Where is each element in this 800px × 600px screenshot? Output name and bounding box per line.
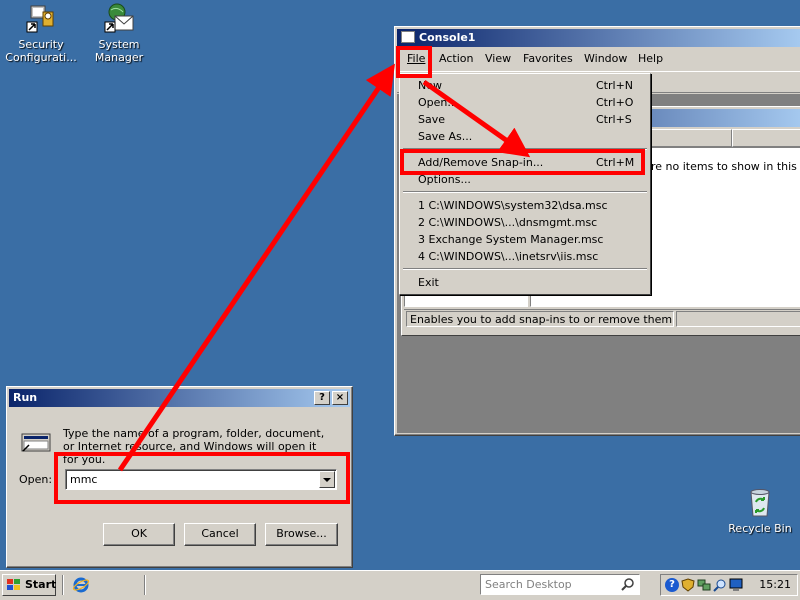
recycle-bin-icon xyxy=(744,486,776,518)
cancel-button[interactable]: Cancel xyxy=(184,523,256,546)
status-text: Enables you to add snap-ins to or remove… xyxy=(406,311,674,327)
menu-item-exit[interactable]: Exit xyxy=(418,276,439,289)
desktop-icon-security-configuration[interactable]: Security Configurati... xyxy=(2,2,80,64)
menu-item-save[interactable]: Save xyxy=(418,113,445,126)
internet-explorer-icon[interactable] xyxy=(72,576,90,594)
close-button[interactable]: × xyxy=(332,391,348,405)
menu-item-recent-3[interactable]: 3 Exchange System Manager.msc xyxy=(418,233,603,246)
open-label: Open: xyxy=(19,473,53,486)
start-label: Start xyxy=(25,578,57,591)
menu-action[interactable]: Action xyxy=(439,52,473,65)
desktop-icon-label: Security Configurati... xyxy=(5,38,77,64)
empty-view-message: re no items to show in this view xyxy=(651,160,800,173)
shortcut-new: Ctrl+N xyxy=(596,79,634,92)
windows-logo-icon xyxy=(6,578,22,592)
quick-launch-divider xyxy=(62,575,64,595)
run-program-icon xyxy=(21,431,53,453)
console-statusbar: Enables you to add snap-ins to or remove… xyxy=(404,309,800,327)
system-tray: ? 15:21 xyxy=(660,574,798,596)
menu-item-open[interactable]: Open... xyxy=(418,96,458,109)
security-shield-icon[interactable] xyxy=(681,578,695,592)
menu-item-recent-4[interactable]: 4 C:\WINDOWS\...\inetsrv\iis.msc xyxy=(418,250,598,263)
run-title-bar[interactable]: Run ? × xyxy=(9,389,350,407)
desktop-icon-recycle-bin[interactable]: Recycle Bin xyxy=(721,486,799,535)
quick-launch-divider xyxy=(144,575,146,595)
browse-button[interactable]: Browse... xyxy=(265,523,338,546)
search-button[interactable] xyxy=(619,576,637,593)
menu-separator xyxy=(403,268,647,270)
console-menubar: File Action View Favorites Window Help xyxy=(397,49,800,69)
desktop-icon-label: Recycle Bin xyxy=(728,522,792,535)
help-button[interactable]: ? xyxy=(314,391,330,405)
system-manager-icon xyxy=(103,2,135,34)
help-icon[interactable]: ? xyxy=(665,578,679,592)
menu-item-new[interactable]: New xyxy=(418,79,442,92)
console-app-icon xyxy=(401,31,415,43)
start-button[interactable]: Start xyxy=(2,574,56,596)
menu-item-recent-2[interactable]: 2 C:\WINDOWS\...\dnsmgmt.msc xyxy=(418,216,597,229)
desktop-icon-label: System Manager xyxy=(94,38,144,64)
security-configuration-icon xyxy=(25,2,57,34)
search-input[interactable]: Search Desktop xyxy=(485,578,572,591)
annotation-box-file-menu xyxy=(396,46,432,78)
column-header-description[interactable] xyxy=(732,129,800,147)
menu-item-save-as[interactable]: Save As... xyxy=(418,130,472,143)
menu-item-recent-1[interactable]: 1 C:\WINDOWS\system32\dsa.msc xyxy=(418,199,608,212)
search-box[interactable]: Search Desktop xyxy=(480,574,640,595)
menu-favorites[interactable]: Favorites xyxy=(523,52,573,65)
menu-separator xyxy=(403,191,647,193)
run-title: Run xyxy=(13,391,38,404)
menu-view[interactable]: View xyxy=(485,52,511,65)
network-icon[interactable] xyxy=(697,578,711,592)
taskbar: Start Search Desktop ? 15:21 xyxy=(0,570,800,600)
shortcut-open: Ctrl+O xyxy=(596,96,634,109)
annotation-box-add-remove-snap-in xyxy=(400,149,645,175)
status-panel-empty xyxy=(676,311,800,327)
shortcut-save: Ctrl+S xyxy=(596,113,632,126)
menu-help[interactable]: Help xyxy=(638,52,663,65)
display-icon[interactable] xyxy=(729,578,743,592)
magnifier-icon[interactable] xyxy=(713,578,727,592)
desktop-icon-system-manager[interactable]: System Manager xyxy=(80,2,158,64)
console-title: Console1 xyxy=(419,31,476,44)
ok-button[interactable]: OK xyxy=(103,523,175,546)
search-icon xyxy=(621,578,634,591)
menu-window[interactable]: Window xyxy=(584,52,627,65)
file-menu-dropdown: New Ctrl+N Open... Ctrl+O Save Ctrl+S Sa… xyxy=(399,73,651,295)
clock[interactable]: 15:21 xyxy=(759,578,791,591)
annotation-box-open-field xyxy=(54,452,350,504)
console-title-bar[interactable]: Console1 xyxy=(397,29,800,47)
